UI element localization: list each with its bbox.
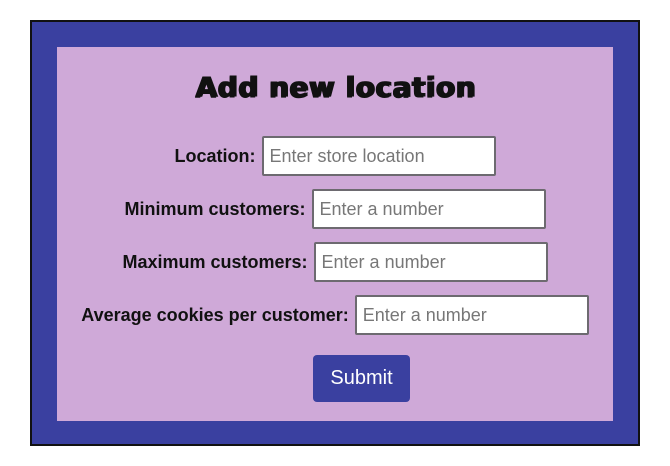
field-row-location: Location: — [57, 136, 613, 176]
form-frame: Add new location Location: Minimum custo… — [30, 20, 640, 446]
form-panel: Add new location Location: Minimum custo… — [57, 47, 613, 421]
field-row-avg-cookies: Average cookies per customer: — [57, 295, 613, 335]
location-label: Location: — [174, 145, 256, 166]
min-customers-input[interactable] — [311, 189, 546, 229]
min-customers-label: Minimum customers: — [124, 198, 306, 219]
field-row-max-customers: Maximum customers: — [57, 242, 613, 282]
max-customers-input[interactable] — [313, 242, 548, 282]
max-customers-label: Maximum customers: — [122, 251, 308, 272]
form-title: Add new location — [194, 70, 476, 104]
avg-cookies-input[interactable] — [354, 295, 589, 335]
avg-cookies-label: Average cookies per customer: — [81, 304, 349, 325]
submit-button[interactable]: Submit — [313, 355, 410, 402]
location-input[interactable] — [261, 136, 496, 176]
field-row-min-customers: Minimum customers: — [57, 189, 613, 229]
